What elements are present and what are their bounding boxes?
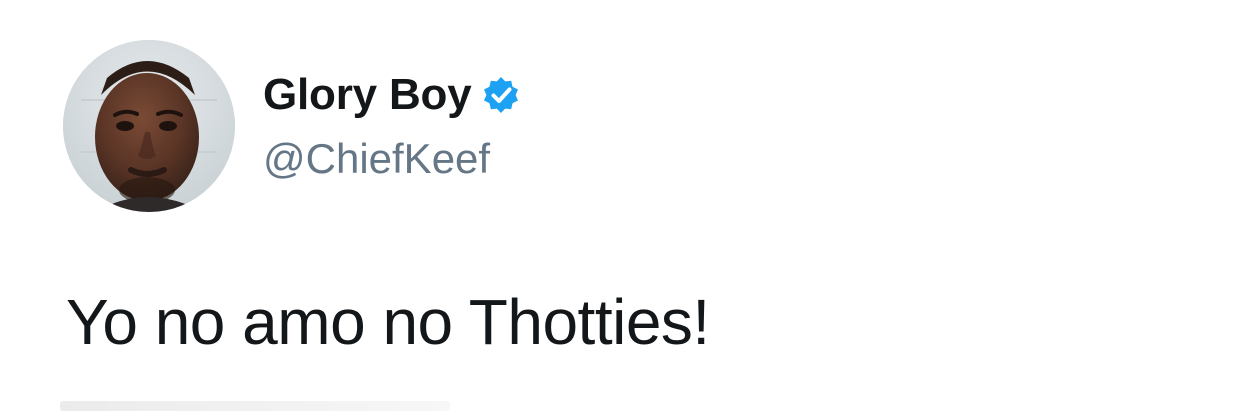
display-name-text[interactable]: Glory Boy [263,70,472,120]
cropped-divider [60,401,450,411]
tweet-text: Yo no amo no Thotties! [66,286,710,358]
username-handle[interactable]: @ChiefKeef [263,135,490,183]
verified-check-icon [481,75,521,115]
display-name[interactable]: Glory Boy [263,70,521,120]
tweet-card: Glory Boy @ChiefKeef Yo no amo no Thotti… [0,0,1240,413]
avatar[interactable] [63,40,235,212]
